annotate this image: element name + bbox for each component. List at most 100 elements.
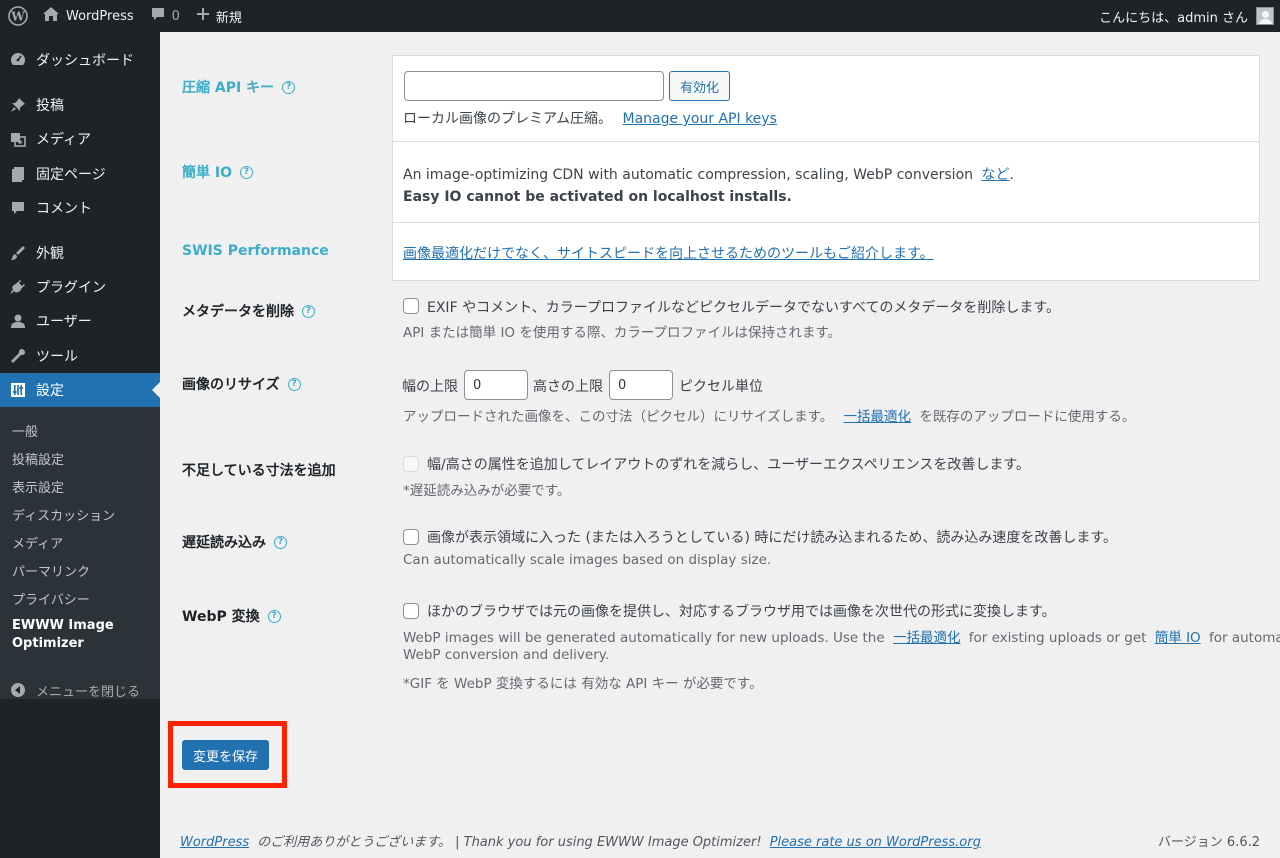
menu-label: プラグイン xyxy=(36,280,106,296)
width-label: 幅の上限 xyxy=(402,379,458,395)
menu-users[interactable]: ユーザー xyxy=(0,304,160,338)
webp-label: WebP 変換 ? xyxy=(182,606,281,626)
menu-label: メディア xyxy=(36,132,92,148)
new-content-link[interactable]: 新規 xyxy=(188,0,250,32)
collapse-label: メニューを閉じる xyxy=(36,684,141,700)
page-icon xyxy=(0,165,36,183)
menu-tools[interactable]: ツール xyxy=(0,339,160,373)
submenu-general[interactable]: 一般 xyxy=(12,421,38,440)
submenu-privacy[interactable]: プライバシー xyxy=(12,589,90,608)
webp-desc: WebP images will be generated automatica… xyxy=(403,630,1280,646)
dimensions-checkbox xyxy=(403,456,419,472)
help-icon[interactable]: ? xyxy=(239,165,253,179)
easy-io-warning: Easy IO cannot be activated on localhost… xyxy=(403,189,792,205)
menu-label: 外観 xyxy=(36,246,64,262)
my-account-link[interactable]: こんにちは、admin さん xyxy=(1099,0,1280,32)
help-icon[interactable]: ? xyxy=(274,535,287,549)
menu-dashboard[interactable]: ダッシュボード xyxy=(0,43,160,77)
help-icon[interactable]: ? xyxy=(287,377,301,391)
user-icon xyxy=(0,312,36,330)
bulk-optimize-link[interactable]: 一括最適化 xyxy=(844,409,912,425)
webp-text: ほかのブラウザでは元の画像を提供し、対応するブラウザ用では画像を次世代の形式に変… xyxy=(427,604,1056,620)
settings-submenu: 一般 投稿設定 表示設定 ディスカッション メディア パーマリンク プライバシー… xyxy=(0,407,160,699)
menu-label: 投稿 xyxy=(36,98,64,114)
api-key-input[interactable] xyxy=(404,71,664,101)
plus-icon xyxy=(196,7,210,25)
brush-icon xyxy=(0,244,36,262)
dashboard-icon xyxy=(0,51,36,69)
wrench-icon xyxy=(0,347,36,365)
save-changes-button[interactable]: 変更を保存 xyxy=(182,740,269,770)
lazy-load-checkbox[interactable] xyxy=(403,529,419,545)
dimensions-desc: *遅延読み込みが必要です。 xyxy=(403,483,571,499)
submenu-writing[interactable]: 投稿設定 xyxy=(12,449,64,468)
unit-label: ピクセル単位 xyxy=(679,379,763,395)
help-icon[interactable]: ? xyxy=(282,80,296,94)
admin-sidebar: ダッシュボード 投稿 メディア 固定ページ コメント 外観 プラグイン ユーザー… xyxy=(0,32,160,858)
activate-button[interactable]: 有効化 xyxy=(669,71,730,101)
metadata-label: メタデータを削除 ? xyxy=(182,301,315,321)
svg-text:W: W xyxy=(10,10,25,24)
admin-bar: W WordPress 0 新規 こんにちは、admin さん xyxy=(0,0,1280,32)
greeting: こんにちは、admin さん xyxy=(1099,10,1248,26)
menu-posts[interactable]: 投稿 xyxy=(0,88,160,122)
max-width-input[interactable] xyxy=(464,370,528,400)
submenu-reading[interactable]: 表示設定 xyxy=(12,477,64,496)
footer-thanks: WordPress のご利用ありがとうございます。 | Thank you fo… xyxy=(180,835,981,850)
resize-desc: アップロードされた画像を、この寸法（ピクセル）にリサイズします。 一括最適化 を… xyxy=(403,409,1136,425)
plugin-icon xyxy=(0,278,36,296)
swis-link[interactable]: 画像最適化だけでなく、サイトスピードを向上させるためのツールもご紹介します。 xyxy=(403,246,934,262)
metadata-checkbox[interactable] xyxy=(403,298,419,314)
comment-icon xyxy=(0,199,36,217)
media-icon xyxy=(0,130,36,148)
menu-appearance[interactable]: 外観 xyxy=(0,236,160,270)
webp-note: *GIF を WebP 変換するには 有効な API キー が必要です。 xyxy=(403,676,763,692)
api-key-label: 圧縮 API キー ? xyxy=(182,77,296,97)
api-key-desc: ローカル画像のプレミアム圧縮。 Manage your API keys xyxy=(403,111,777,127)
webp-bulk-optimize-link[interactable]: 一括最適化 xyxy=(893,630,961,646)
collapse-menu-button[interactable]: メニューを閉じる xyxy=(0,673,140,707)
menu-pages[interactable]: 固定ページ xyxy=(0,157,160,191)
comments-link[interactable]: 0 xyxy=(142,0,188,32)
menu-settings[interactable]: 設定 xyxy=(0,373,160,407)
dimensions-text: 幅/高さの属性を追加してレイアウトのずれを減らし、ユーザーエクスペリエンスを改善… xyxy=(427,457,1030,473)
resize-label: 画像のリサイズ ? xyxy=(182,374,301,394)
webp-desc-line2: WebP conversion and delivery. xyxy=(403,647,610,663)
pin-icon xyxy=(0,96,36,114)
help-icon[interactable]: ? xyxy=(302,304,315,318)
webp-easy-io-link[interactable]: 簡単 IO xyxy=(1155,630,1201,646)
home-icon xyxy=(42,6,60,26)
rate-us-link[interactable]: Please rate us on WordPress.org xyxy=(770,835,981,850)
help-icon[interactable]: ? xyxy=(267,609,281,623)
submenu-discussion[interactable]: ディスカッション xyxy=(12,505,115,524)
comment-bubble-icon xyxy=(150,6,166,26)
menu-comments[interactable]: コメント xyxy=(0,191,160,225)
height-label: 高さの上限 xyxy=(533,379,603,395)
submenu-ewww[interactable]: EWWW Image Optimizer xyxy=(12,617,122,653)
easy-io-label: 簡単 IO ? xyxy=(182,162,253,182)
metadata-text: EXIF やコメント、カラープロファイルなどピクセルデータでないすべてのメタデー… xyxy=(427,300,1061,316)
menu-label: ユーザー xyxy=(36,314,92,330)
comment-count: 0 xyxy=(171,8,180,24)
footer-wordpress-link[interactable]: WordPress xyxy=(180,835,249,850)
lazy-load-desc: Can automatically scale images based on … xyxy=(403,552,772,568)
collapse-arrow-icon xyxy=(0,682,36,698)
swis-label: SWIS Performance xyxy=(182,243,329,259)
dimensions-label: 不足している寸法を追加 xyxy=(182,463,336,479)
submenu-permalinks[interactable]: パーマリンク xyxy=(12,561,90,580)
lazy-load-label: 遅延読み込み ? xyxy=(182,532,287,552)
menu-plugins[interactable]: プラグイン xyxy=(0,270,160,304)
webp-checkbox[interactable] xyxy=(403,603,419,619)
site-name-link[interactable]: WordPress xyxy=(36,0,142,32)
easy-io-more-link[interactable]: など xyxy=(981,167,1009,183)
menu-media[interactable]: メディア xyxy=(0,122,160,156)
manage-api-keys-link[interactable]: Manage your API keys xyxy=(622,111,776,127)
menu-label: ツール xyxy=(36,349,78,365)
menu-label: コメント xyxy=(36,201,92,217)
submenu-media[interactable]: メディア xyxy=(12,533,63,552)
wordpress-logo-icon[interactable]: W xyxy=(0,0,36,32)
metadata-desc: API または簡単 IO を使用する際、カラープロファイルは保持されます。 xyxy=(403,325,842,341)
max-height-input[interactable] xyxy=(609,370,673,400)
avatar xyxy=(1256,7,1274,25)
settings-icon xyxy=(0,381,36,399)
